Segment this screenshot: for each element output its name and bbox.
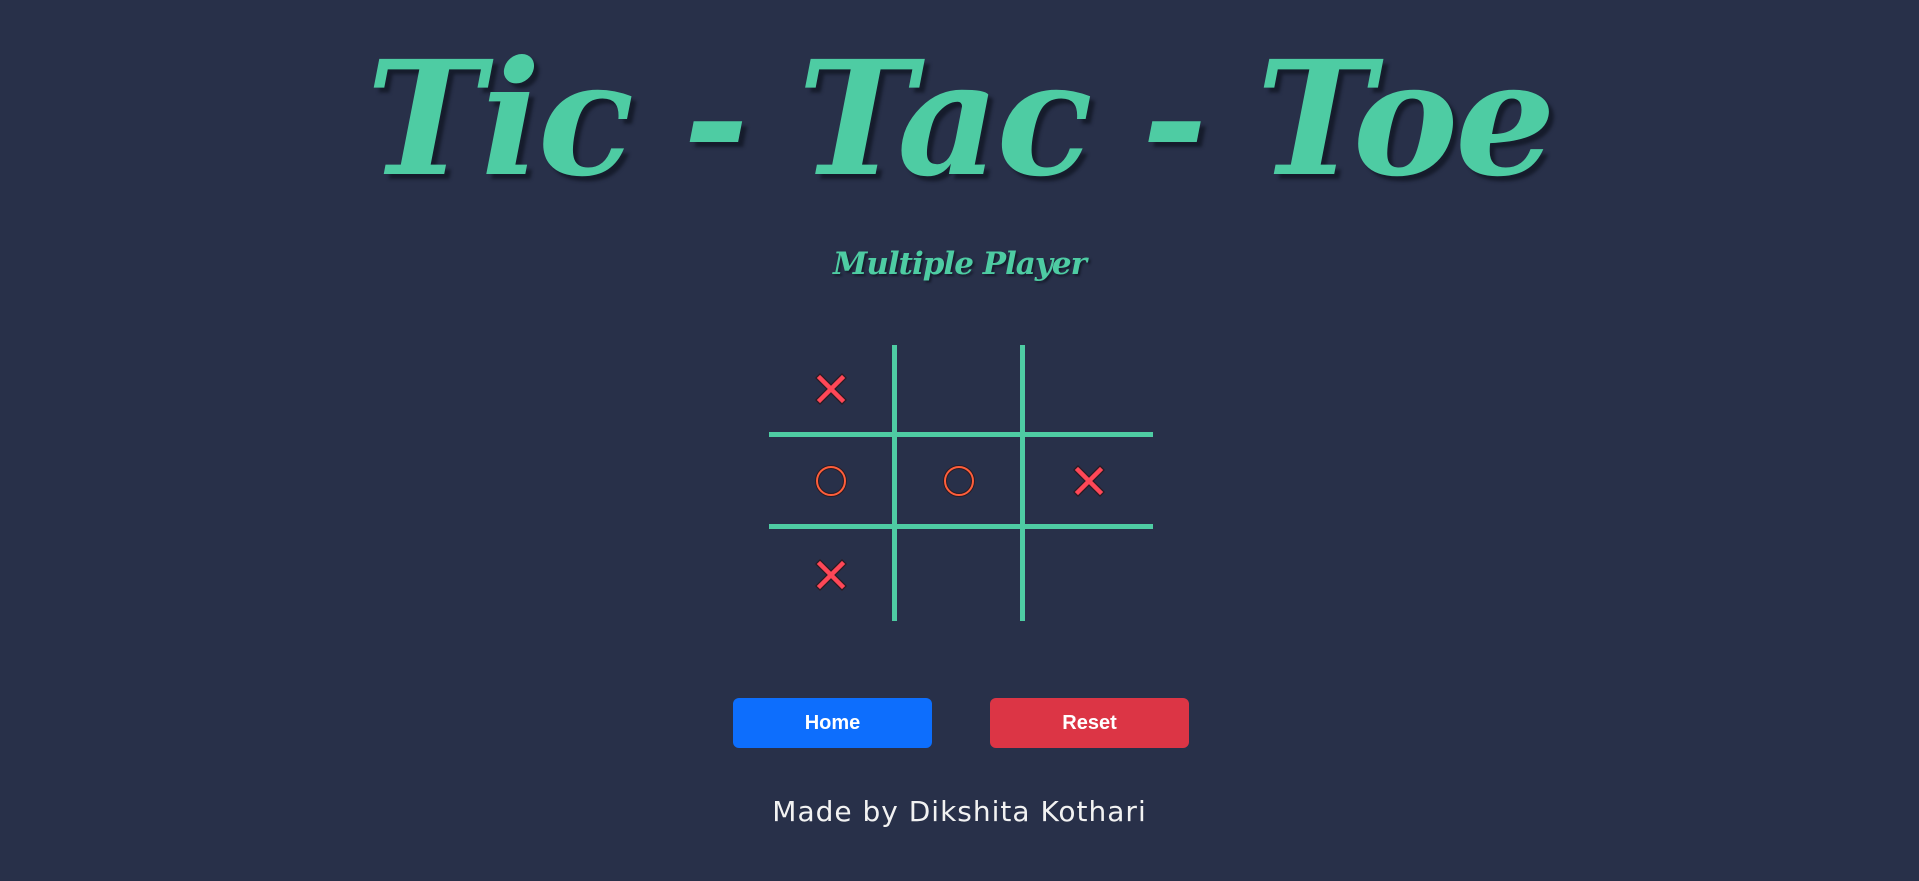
home-button[interactable]: Home: [733, 698, 932, 748]
board-cell-2-1[interactable]: [897, 529, 1025, 621]
x-mark-icon: [814, 372, 847, 405]
o-mark-icon: [814, 464, 847, 497]
x-mark-icon: [814, 559, 847, 591]
board-cell-2-2[interactable]: [1025, 529, 1153, 621]
game-board: [769, 345, 1153, 621]
o-mark-icon: [942, 464, 975, 497]
game-mode-subtitle: Multiple Player: [833, 246, 1087, 282]
board-cell-1-1[interactable]: [897, 437, 1025, 529]
board-cell-1-0[interactable]: [769, 437, 897, 529]
author-credit: Made by Dikshita Kothari: [772, 795, 1147, 828]
x-mark-icon: [1073, 464, 1105, 497]
board-cell-2-0[interactable]: [769, 529, 897, 621]
reset-button[interactable]: Reset: [990, 698, 1189, 748]
board-cell-1-2[interactable]: [1025, 437, 1153, 529]
board-cell-0-2[interactable]: [1025, 345, 1153, 437]
board-cell-0-0[interactable]: [769, 345, 897, 437]
page-title: Tic - Tac - Toe: [366, 27, 1555, 212]
board-cell-0-1[interactable]: [897, 345, 1025, 437]
